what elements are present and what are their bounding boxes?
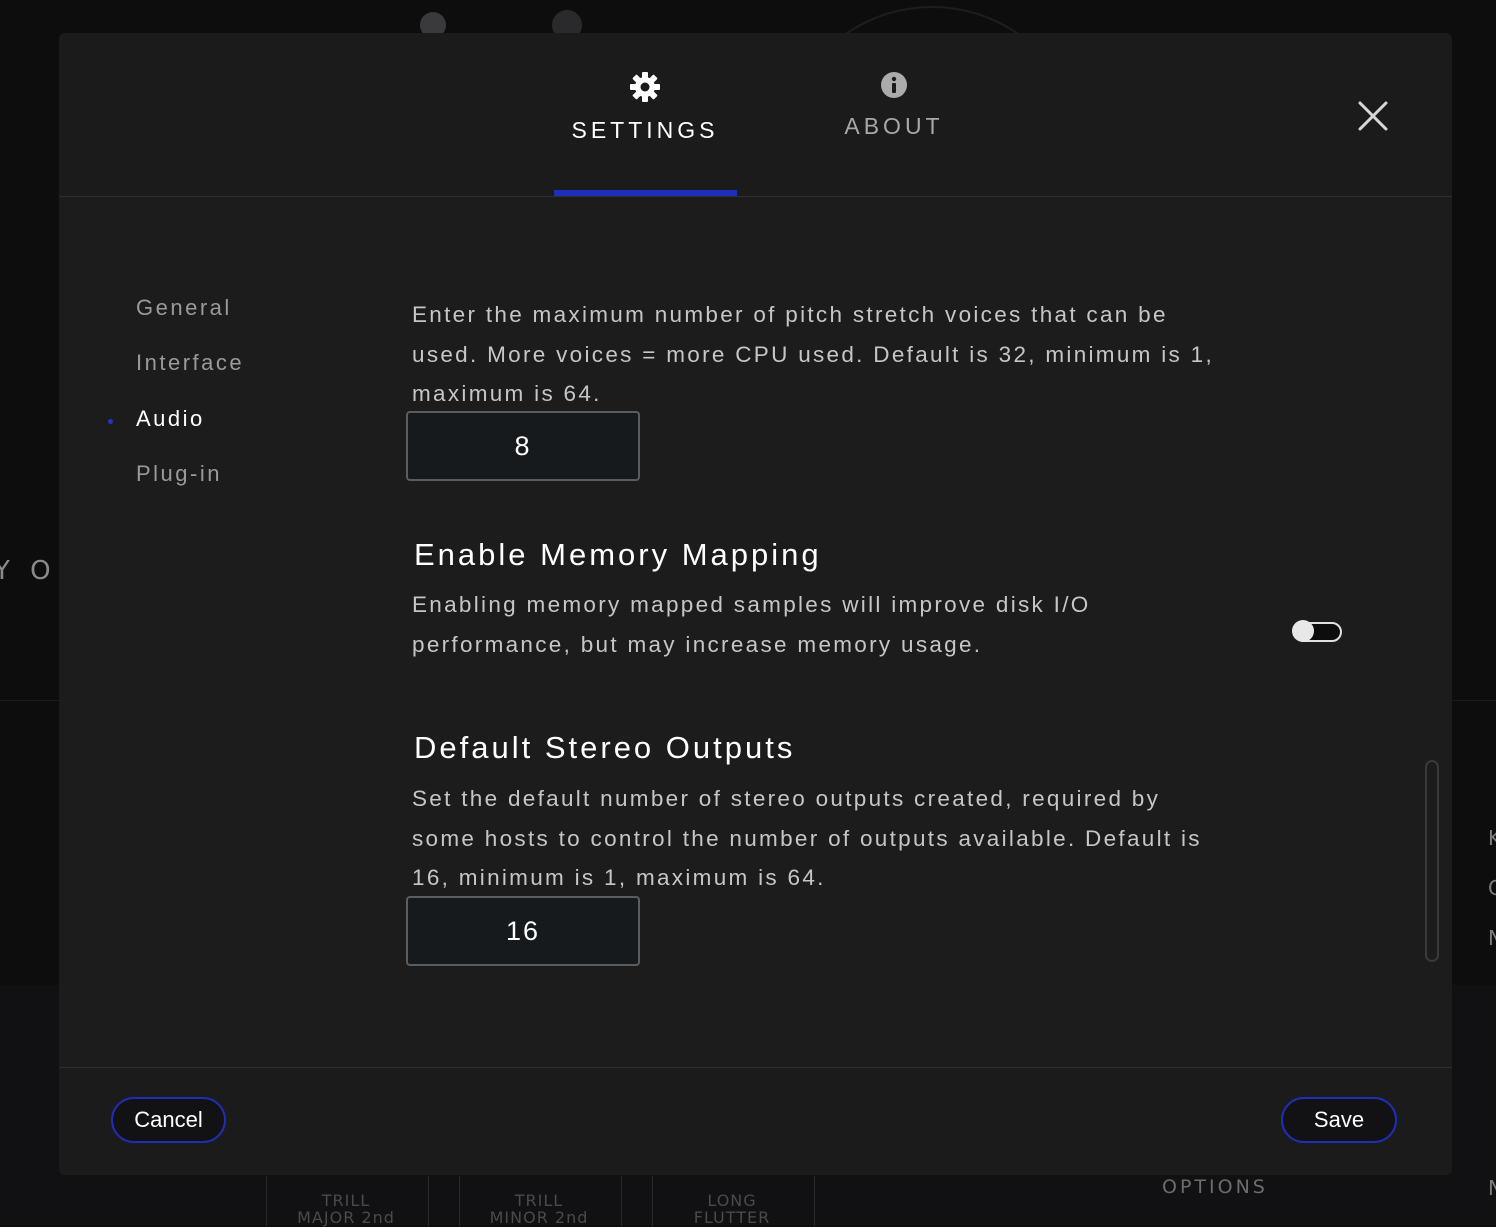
sidebar-item-interface[interactable]: Interface: [136, 350, 244, 376]
description-line: 16, minimum is 1, maximum is 64.: [412, 865, 826, 890]
description-line: Enabling memory mapped samples will impr…: [412, 592, 1091, 617]
background-options-label: OPTIONS: [1162, 1176, 1268, 1198]
background-preset-label: LONG FLUTTER: [652, 1192, 812, 1226]
description-line: used. More voices = more CPU used. Defau…: [412, 341, 1215, 367]
sidebar-item-audio[interactable]: Audio: [136, 406, 205, 432]
tab-about[interactable]: ABOUT: [799, 71, 989, 195]
tab-label: ABOUT: [844, 113, 944, 139]
description-line: Enter the maximum number of pitch stretc…: [412, 302, 1168, 327]
cancel-button[interactable]: Cancel: [111, 1097, 226, 1143]
background-divider: [814, 1176, 815, 1226]
tab-label: SETTINGS: [571, 117, 719, 143]
gear-icon: [630, 72, 660, 102]
description-line: maximum is 64.: [412, 381, 602, 406]
preset-line: MAJOR 2nd: [297, 1208, 395, 1227]
description-line: some hosts to control the number of outp…: [412, 825, 1202, 851]
memory-mapping-description: Enabling memory mapped samples will impr…: [412, 585, 1292, 664]
active-item-dot: [108, 419, 113, 424]
background-letter: C: [1488, 876, 1496, 900]
settings-dialog: SETTINGS ABOUT General Interface Audio P…: [59, 33, 1452, 1175]
pitch-stretch-voices-input[interactable]: [406, 411, 640, 481]
audio-settings-panel: Enter the maximum number of pitch stretc…: [399, 197, 1342, 1067]
stereo-outputs-description: Set the default number of stereo outputs…: [412, 779, 1292, 898]
pitch-stretch-description: Enter the maximum number of pitch stretc…: [412, 295, 1292, 414]
memory-mapping-toggle[interactable]: [1292, 620, 1342, 642]
dialog-footer: Cancel Save: [59, 1067, 1452, 1175]
dialog-header: SETTINGS ABOUT: [59, 33, 1452, 197]
info-icon: [881, 72, 907, 98]
content-scrollbar[interactable]: [1425, 760, 1439, 962]
close-icon: [1358, 101, 1388, 131]
toggle-knob: [1292, 620, 1314, 642]
sidebar-item-general[interactable]: General: [136, 295, 232, 321]
stereo-outputs-input[interactable]: [406, 896, 640, 966]
memory-mapping-title: Enable Memory Mapping: [414, 537, 822, 572]
description-line: Set the default number of stereo outputs…: [412, 786, 1161, 811]
settings-sidebar: General Interface Audio Plug-in: [59, 197, 389, 1067]
tab-settings[interactable]: SETTINGS: [554, 71, 736, 195]
background-divider: [428, 1176, 429, 1226]
background-letter: N: [1488, 1176, 1496, 1200]
sidebar-item-plugin[interactable]: Plug-in: [136, 461, 222, 487]
background-divider: [621, 1176, 622, 1226]
background-letter: N: [1488, 926, 1496, 950]
preset-line: FLUTTER: [693, 1208, 771, 1227]
close-button[interactable]: [1357, 100, 1389, 132]
preset-line: MINOR 2nd: [489, 1208, 589, 1227]
active-tab-indicator: [554, 190, 737, 196]
background-preset-label: TRILL MINOR 2nd: [459, 1192, 619, 1226]
description-line: performance, but may increase memory usa…: [412, 631, 983, 657]
background-preset-label: TRILL MAJOR 2nd: [266, 1192, 426, 1226]
stereo-outputs-title: Default Stereo Outputs: [414, 730, 796, 765]
save-button[interactable]: Save: [1281, 1097, 1397, 1143]
background-letter: K: [1488, 826, 1496, 850]
